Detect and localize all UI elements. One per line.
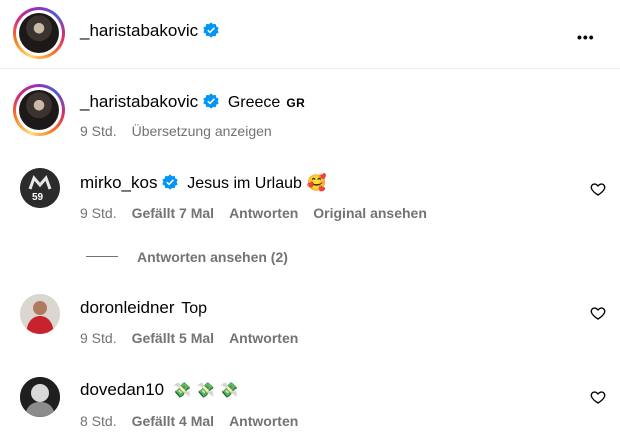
caption-time: 9 Std. [80,123,117,139]
view-replies-button[interactable]: Antworten ansehen (2) [137,249,288,265]
money-with-wings-icon: 💸 💸 💸 [172,381,239,399]
caption-username[interactable]: _haristabakovic [80,92,198,111]
comment-time: 9 Std. [80,330,117,346]
translate-link[interactable]: Übersetzung anzeigen [132,123,272,139]
comment-time: 9 Std. [80,205,117,221]
caption-meta: 9 Std. Übersetzung anzeigen [80,123,287,139]
likes-count[interactable]: Gefällt 7 Mal [132,205,214,221]
caption-avatar[interactable] [13,84,65,136]
verified-badge-icon [162,174,179,190]
verified-badge-icon [203,22,219,38]
person-photo-icon [20,294,60,334]
reply-button[interactable]: Antworten [229,330,298,346]
comment-username[interactable]: dovedan10 [80,380,164,399]
likes-count[interactable]: Gefällt 4 Mal [132,413,214,429]
see-original-link[interactable]: Original ansehen [313,205,427,221]
more-options-icon[interactable]: ••• [577,29,595,47]
replies-divider [86,256,118,257]
comment-text: Top [181,300,208,317]
reply-button[interactable]: Antworten [229,205,298,221]
comment-meta: 8 Std. Gefällt 4 Mal Antworten [80,413,313,429]
caption-text: Greece [227,94,281,111]
comment-line: dovedan10 💸 💸 💸 [80,380,238,400]
heart-icon[interactable] [590,389,606,405]
comment-meta: 9 Std. Gefällt 5 Mal Antworten [80,330,313,346]
caption-line: _haristabakovic Greece GR [80,92,305,112]
author-avatar[interactable] [13,7,65,59]
post-header: _haristabakovic ••• [0,0,620,69]
commenter-avatar[interactable] [20,377,60,417]
heart-icon[interactable] [590,305,606,321]
comment-line: doronleidner Top [80,298,207,318]
comment-meta: 9 Std. Gefällt 7 Mal Antworten Original ans… [80,205,442,221]
commenter-avatar[interactable]: 59 [20,168,60,208]
reply-button[interactable]: Antworten [229,413,298,429]
smiling-face-hearts-icon: 🥰 [306,173,327,192]
heart-icon[interactable] [590,181,606,197]
author-username[interactable]: _haristabakovic [80,21,219,41]
verified-badge-icon [203,93,219,109]
comment-line: mirko_kos Jesus im Urlaub 🥰 [80,173,327,193]
comment-username[interactable]: doronleidner [80,298,175,317]
comment-time: 8 Std. [80,413,117,429]
person-photo-icon [20,377,60,417]
commenter-avatar[interactable] [20,294,60,334]
comment-text: Jesus im Urlaub [187,175,302,192]
flag-gr: GR [286,96,306,110]
comment-username[interactable]: mirko_kos [80,173,157,192]
likes-count[interactable]: Gefällt 5 Mal [132,330,214,346]
